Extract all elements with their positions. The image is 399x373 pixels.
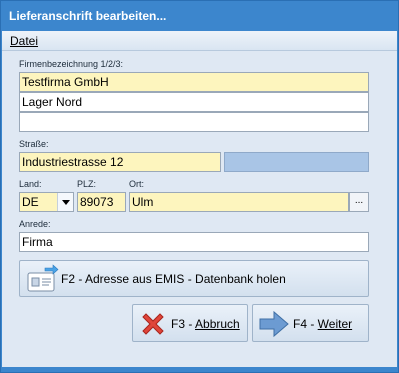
country-select[interactable]: DE: [19, 192, 74, 212]
cancel-button-key: F3 -: [171, 317, 196, 331]
form-area: Firmenbezeichnung 1/2/3: Testfirma GmbH …: [2, 51, 397, 367]
company-line2-input[interactable]: Lager Nord: [19, 92, 369, 112]
country-value: DE: [22, 195, 39, 209]
street-input[interactable]: Industriestrasse 12: [19, 152, 221, 172]
city-lookup-button[interactable]: ...: [349, 192, 369, 212]
city-label: Ort:: [129, 179, 144, 189]
menu-datei-label: Datei: [10, 34, 39, 48]
cancel-button[interactable]: F3 - Abbruch: [132, 304, 248, 342]
zip-input[interactable]: 89073: [77, 192, 126, 212]
next-button[interactable]: F4 - Weiter: [252, 304, 369, 342]
right-arrow-icon: [259, 310, 289, 338]
next-button-label: F4 - Weiter: [293, 317, 352, 331]
next-button-key: F4 -: [293, 317, 318, 331]
menu-datei[interactable]: Datei: [10, 34, 38, 48]
country-label: Land:: [19, 179, 42, 189]
company-line1-input[interactable]: Testfirma GmbH: [19, 72, 369, 92]
dialog-window: Lieferanschrift bearbeiten... Datei Firm…: [0, 0, 399, 373]
street-label: Straße:: [19, 139, 49, 149]
address-card-icon: [27, 264, 59, 292]
salutation-label: Anrede:: [19, 219, 51, 229]
city-input[interactable]: Ulm: [129, 192, 349, 212]
next-button-text: Weiter: [317, 317, 353, 331]
salutation-input[interactable]: Firma: [19, 232, 369, 252]
company-label: Firmenbezeichnung 1/2/3:: [19, 59, 124, 69]
cancel-button-label: F3 - Abbruch: [171, 317, 240, 331]
window-title: Lieferanschrift bearbeiten...: [9, 9, 167, 23]
emis-fetch-button[interactable]: F2 - Adresse aus EMIS - Datenbank holen: [19, 260, 369, 297]
emis-fetch-label: F2 - Adresse aus EMIS - Datenbank holen: [61, 272, 286, 286]
cancel-button-text: Abbruch: [195, 317, 240, 331]
zip-label: PLZ:: [77, 179, 97, 189]
menu-bar: Datei: [2, 31, 397, 51]
company-line3-input[interactable]: [19, 112, 369, 132]
chevron-down-icon[interactable]: [57, 193, 73, 211]
red-x-icon: [142, 313, 164, 335]
street-extra-input[interactable]: [224, 152, 369, 172]
